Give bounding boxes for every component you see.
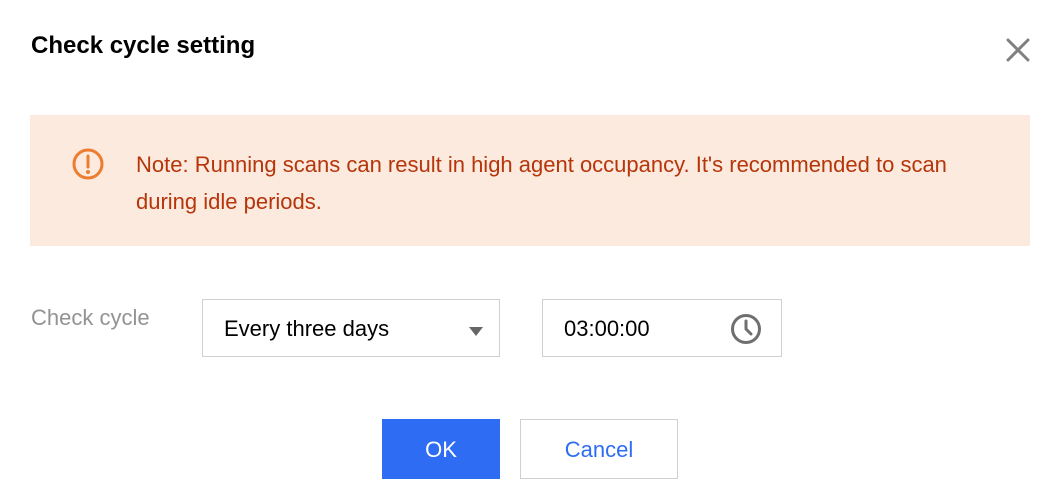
check-cycle-dialog: Check cycle setting Note: Running scans … bbox=[0, 0, 1050, 494]
check-cycle-selected-value: Every three days bbox=[224, 316, 390, 341]
clock-icon[interactable] bbox=[729, 312, 763, 346]
close-button[interactable] bbox=[1001, 33, 1035, 67]
caret-down-icon bbox=[469, 324, 483, 336]
dialog-title: Check cycle setting bbox=[31, 32, 256, 59]
close-icon bbox=[1001, 33, 1035, 67]
check-time-value: 03:00:00 bbox=[564, 316, 650, 341]
notice-text: Note: Running scans can result in high a… bbox=[136, 152, 947, 214]
ok-button[interactable]: OK bbox=[382, 419, 500, 479]
check-cycle-select[interactable]: Every three days bbox=[202, 299, 500, 357]
check-time-input[interactable]: 03:00:00 bbox=[542, 299, 782, 357]
check-cycle-label: Check cycle bbox=[31, 305, 150, 330]
warning-circle-icon bbox=[71, 147, 105, 181]
cancel-button[interactable]: Cancel bbox=[520, 419, 678, 479]
